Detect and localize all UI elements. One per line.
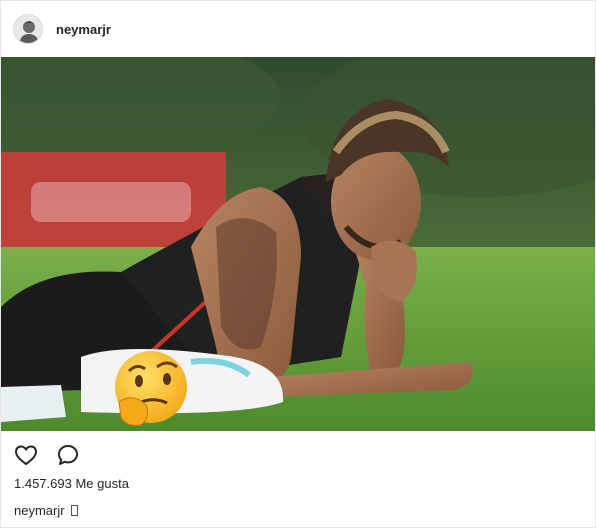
- likes-number: 1.457.693: [14, 476, 72, 491]
- likes-label: Me gusta: [75, 476, 129, 491]
- caption-username[interactable]: neymarjr: [14, 503, 65, 518]
- missing-glyph-icon: [70, 505, 78, 516]
- comment-button[interactable]: [55, 442, 81, 468]
- avatar[interactable]: [13, 14, 43, 44]
- post-header: neymarjr: [1, 1, 595, 57]
- post-photo[interactable]: [1, 57, 595, 431]
- player-photo: [1, 57, 595, 431]
- comment-bubble-icon: [58, 445, 78, 465]
- avatar-icon: [14, 15, 42, 43]
- likes-count[interactable]: 1.457.693 Me gusta: [14, 476, 129, 491]
- post-actions: [13, 441, 97, 469]
- instagram-post: neymarjr 1.457.693 Me gusta neymarjr: [0, 0, 596, 528]
- post-username[interactable]: neymarjr: [56, 22, 111, 37]
- like-button[interactable]: [13, 442, 39, 468]
- post-caption: neymarjr: [14, 503, 78, 518]
- heart-outline-icon: [14, 445, 38, 466]
